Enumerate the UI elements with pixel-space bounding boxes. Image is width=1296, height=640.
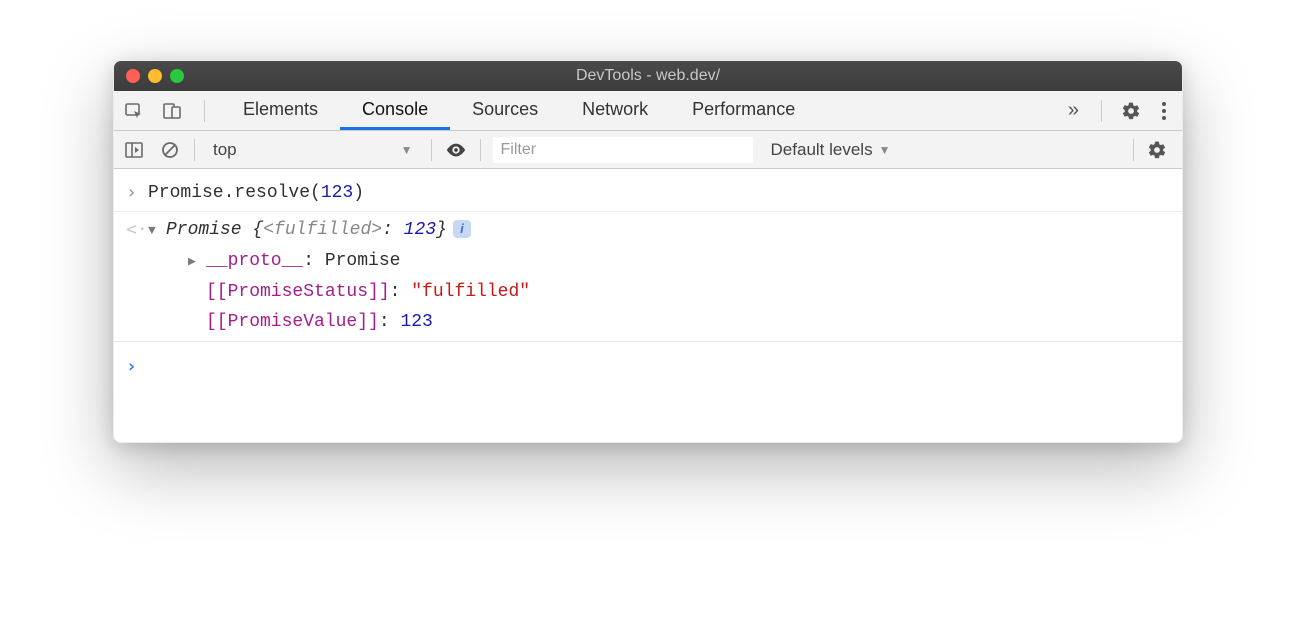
- console-body: › Promise.resolve(123) <· ▼Promise {<ful…: [114, 169, 1182, 442]
- console-filter-input[interactable]: [493, 137, 753, 163]
- log-levels-selector[interactable]: Default levels ▼: [765, 140, 897, 160]
- console-settings-gear-icon[interactable]: [1146, 139, 1168, 161]
- separator: [194, 139, 195, 161]
- separator: [204, 100, 205, 122]
- separator: [1133, 139, 1134, 161]
- console-input-row[interactable]: › Promise.resolve(123): [114, 175, 1182, 212]
- disclosure-triangle-icon[interactable]: ▶: [188, 247, 206, 277]
- console-result-row[interactable]: <· ▼Promise {<fulfilled>: 123}i: [114, 212, 1182, 246]
- tab-performance[interactable]: Performance: [670, 91, 817, 130]
- levels-label: Default levels: [771, 140, 873, 160]
- console-input-code: Promise.resolve(123): [148, 178, 364, 208]
- traffic-lights: [126, 69, 184, 83]
- separator: [480, 139, 481, 161]
- separator: [431, 139, 432, 161]
- window-titlebar: DevTools - web.dev/: [114, 61, 1182, 91]
- object-property-row[interactable]: [[PromiseStatus]]: "fulfilled": [114, 277, 1182, 307]
- execution-context-selector[interactable]: top ▼: [207, 140, 419, 160]
- tab-console[interactable]: Console: [340, 91, 450, 130]
- devtools-window: DevTools - web.dev/ ElementsConsoleSourc…: [113, 60, 1183, 443]
- close-window-button[interactable]: [126, 69, 140, 83]
- device-toolbar-icon[interactable]: [160, 99, 184, 123]
- result-chevron-icon: <·: [126, 215, 148, 245]
- main-tabs-bar: ElementsConsoleSourcesNetworkPerformance…: [114, 91, 1182, 131]
- toggle-sidebar-icon[interactable]: [122, 138, 146, 162]
- input-chevron-icon: ›: [126, 178, 148, 208]
- window-title: DevTools - web.dev/: [576, 67, 720, 85]
- more-tabs-icon[interactable]: »: [1064, 99, 1083, 122]
- result-children: ▶__proto__: Promise[[PromiseStatus]]: "f…: [114, 246, 1182, 337]
- live-expression-icon[interactable]: [444, 138, 468, 162]
- tab-network[interactable]: Network: [560, 91, 670, 130]
- tab-sources[interactable]: Sources: [450, 91, 560, 130]
- zoom-window-button[interactable]: [170, 69, 184, 83]
- object-property-row[interactable]: [[PromiseValue]]: 123: [114, 307, 1182, 337]
- tabs-list: ElementsConsoleSourcesNetworkPerformance: [221, 91, 817, 130]
- settings-gear-icon[interactable]: [1120, 100, 1142, 122]
- kebab-menu-icon[interactable]: [1160, 98, 1168, 124]
- separator: [1101, 100, 1102, 122]
- console-prompt-row[interactable]: ›: [114, 346, 1182, 382]
- dropdown-caret-icon: ▼: [401, 143, 413, 157]
- tab-elements[interactable]: Elements: [221, 91, 340, 130]
- console-result-summary: ▼Promise {<fulfilled>: 123}i: [148, 215, 471, 246]
- prompt-chevron-icon: ›: [126, 352, 148, 382]
- info-badge-icon[interactable]: i: [453, 220, 471, 238]
- minimize-window-button[interactable]: [148, 69, 162, 83]
- context-label: top: [213, 140, 237, 160]
- disclosure-triangle-icon[interactable]: ▼: [148, 216, 166, 246]
- inspect-element-icon[interactable]: [122, 99, 146, 123]
- row-separator: [114, 341, 1182, 342]
- console-toolbar: top ▼ Default levels ▼: [114, 131, 1182, 169]
- object-property-row[interactable]: ▶__proto__: Promise: [114, 246, 1182, 277]
- clear-console-icon[interactable]: [158, 138, 182, 162]
- dropdown-caret-icon: ▼: [879, 143, 891, 157]
